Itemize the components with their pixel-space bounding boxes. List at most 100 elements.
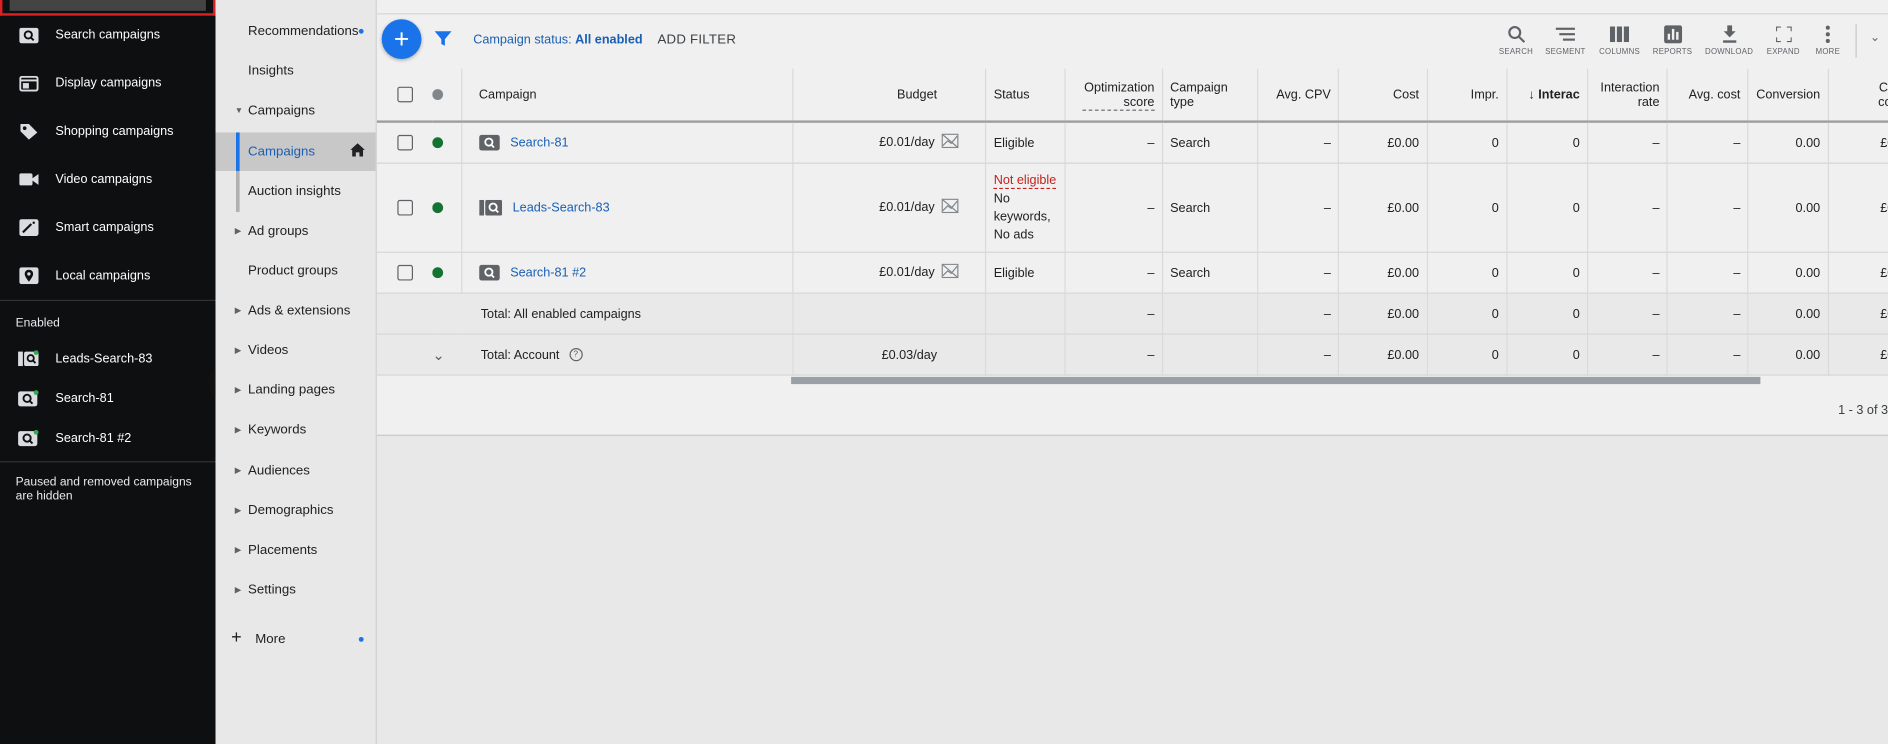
avg-cpv-cell: –	[1257, 121, 1340, 164]
tree-item-search-81-2[interactable]: Search-81 #2	[0, 420, 216, 456]
nav-item-label: Demographics	[248, 503, 334, 518]
select-all-checkbox[interactable]	[397, 86, 414, 103]
columns-icon	[1593, 22, 1646, 46]
campaign-name-link[interactable]: Leads-Search-83	[513, 200, 610, 214]
header-line: rate	[1637, 94, 1660, 109]
columns-tool-button[interactable]: COLUMNS	[1593, 22, 1646, 57]
opt-score-cell: –	[1065, 121, 1163, 164]
caret-down-icon: ▼	[234, 106, 244, 115]
tree-item-video-campaigns[interactable]: Video campaigns	[0, 161, 216, 197]
col-header-status[interactable]: Status	[985, 68, 1067, 123]
download-icon	[1703, 22, 1756, 46]
enabled-status-dot[interactable]	[432, 267, 444, 279]
help-icon[interactable]: ?	[569, 348, 583, 362]
table-row[interactable]: Leads-Search-83 £0.01/day Not eligible No…	[376, 163, 1888, 253]
col-header-interactions[interactable]: ↓ Interac	[1506, 68, 1589, 123]
nav-item-ads-extensions[interactable]: ▶ Ads & extensions	[216, 291, 376, 330]
nav-item-campaigns-group[interactable]: ▼ Campaigns	[216, 92, 376, 131]
tree-item-local-campaigns[interactable]: Local campaigns	[0, 258, 216, 294]
not-eligible-status[interactable]: Not eligible	[993, 172, 1056, 189]
nav-item-videos[interactable]: ▶ Videos	[216, 331, 376, 370]
tree-item-smart-campaigns[interactable]: Smart campaigns	[0, 210, 216, 246]
campaign-name-link[interactable]: Search-81	[510, 135, 568, 149]
col-header-optimization-score[interactable]: Optimization score	[1065, 68, 1163, 123]
nav-item-insights[interactable]: Insights	[216, 52, 376, 91]
tree-item-search-81[interactable]: Search-81	[0, 380, 216, 416]
campaign-type-cell: Search	[1162, 252, 1259, 294]
enabled-status-dot[interactable]	[432, 202, 444, 214]
col-header-cost[interactable]: Cost	[1338, 68, 1428, 123]
hidden-campaigns-note: Paused and removed campaigns are hidden	[15, 475, 192, 503]
budget-chart-icon[interactable]	[941, 198, 959, 217]
row-checkbox[interactable]	[397, 264, 414, 281]
avg-cpv-cell: –	[1257, 163, 1340, 253]
header-text: Interac	[1538, 87, 1580, 102]
total-budget-cell: £0.03/day	[792, 334, 987, 376]
nav-item-landing-pages[interactable]: ▶ Landing pages	[216, 371, 376, 410]
search-tool-button[interactable]: SEARCH	[1489, 22, 1542, 57]
col-header-cost-per-conv[interactable]: Costconv	[1827, 68, 1888, 123]
col-header-impressions[interactable]: Impr.	[1426, 68, 1508, 123]
home-icon[interactable]	[350, 143, 365, 160]
status-cell: Not eligible No keywords, No ads	[985, 163, 1067, 253]
col-header-conversions[interactable]: Conversion	[1748, 68, 1829, 123]
nav-item-recommendations[interactable]: Recommendations	[216, 12, 376, 51]
nav-item-ad-groups[interactable]: ▶ Ad groups	[216, 212, 376, 251]
download-tool-button[interactable]: DOWNLOAD	[1703, 22, 1756, 57]
tree-item-shopping-campaigns[interactable]: Shopping campaigns	[0, 113, 216, 149]
cost-cell: £0.00	[1338, 252, 1428, 294]
col-header-avg-cost[interactable]: Avg. cost	[1667, 68, 1749, 123]
nav-item-audiences[interactable]: ▶ Audiences	[216, 452, 376, 491]
table-row[interactable]: Search-81 £0.01/day Eligible – Search – …	[376, 121, 1888, 164]
budget-chart-icon[interactable]	[941, 263, 959, 282]
add-campaign-button[interactable]: +	[381, 19, 422, 60]
filter-icon[interactable]	[434, 30, 452, 53]
tree-item-leads-search-83[interactable]: Leads-Search-83	[0, 341, 216, 377]
row-checkbox[interactable]	[397, 199, 414, 216]
table-row[interactable]: Search-81 #2 £0.01/day Eligible – Search…	[376, 252, 1888, 294]
col-header-avg-cpv[interactable]: Avg. CPV	[1257, 68, 1340, 123]
magic-wand-icon	[18, 217, 38, 237]
nav-item-keywords[interactable]: ▶ Keywords	[216, 411, 376, 450]
tree-item-display-campaigns[interactable]: Display campaigns	[0, 65, 216, 101]
conversions-cell: 0.00	[1748, 121, 1829, 164]
selected-all-campaigns-item[interactable]	[0, 0, 216, 16]
campaigns-main-panel: + Campaign status: All enabled ADD FILTE…	[376, 0, 1888, 436]
col-header-interaction-rate[interactable]: Interaction rate	[1587, 68, 1668, 123]
interaction-rate-cell: –	[1587, 252, 1668, 294]
nav-item-demographics[interactable]: ▶ Demographics	[216, 491, 376, 530]
nav-item-settings[interactable]: ▶ Settings	[216, 571, 376, 610]
campaign-name-link[interactable]: Search-81 #2	[510, 266, 586, 280]
chevron-down-icon[interactable]: ⌄	[1870, 31, 1880, 44]
segment-tool-button[interactable]: SEGMENT	[1539, 22, 1592, 57]
nav-item-label: More	[255, 632, 286, 647]
opt-score-cell: –	[1065, 334, 1163, 376]
header-line: score	[1073, 94, 1155, 111]
caret-right-icon: ▶	[234, 307, 242, 316]
more-tool-button[interactable]: MORE	[1801, 22, 1854, 57]
reports-tool-button[interactable]: REPORTS	[1646, 22, 1699, 57]
horizontal-scrollbar[interactable]	[791, 376, 1761, 385]
col-header-campaign-type[interactable]: Campaign type	[1162, 68, 1259, 123]
row-status-cell	[432, 121, 463, 164]
nav-item-product-groups[interactable]: Product groups	[216, 252, 376, 291]
expand-total-toggle[interactable]: ⌄	[432, 334, 462, 376]
tree-item-search-campaigns[interactable]: Search campaigns	[0, 17, 216, 53]
nav-item-auction-insights[interactable]: Auction insights	[216, 172, 376, 211]
budget-chart-icon[interactable]	[941, 133, 959, 152]
row-checkbox[interactable]	[397, 134, 414, 151]
avg-cpv-cell: –	[1257, 293, 1340, 335]
add-filter-button[interactable]: ADD FILTER	[657, 33, 736, 47]
nav-item-placements[interactable]: ▶ Placements	[216, 531, 376, 570]
caret-right-icon: ▶	[234, 426, 242, 435]
col-header-budget[interactable]: Budget	[792, 68, 987, 123]
header-line: Optimization	[1084, 80, 1155, 95]
enabled-status-dot[interactable]	[432, 137, 444, 149]
campaign-status-filter-chip[interactable]: Campaign status: All enabled	[473, 33, 642, 47]
nav-item-campaigns[interactable]: Campaigns	[215, 132, 376, 171]
pagination-summary: 1 - 3 of 3	[1838, 403, 1888, 418]
nav-item-more[interactable]: + More	[216, 620, 376, 659]
col-header-campaign[interactable]: Campaign	[461, 68, 794, 123]
interaction-rate-cell: –	[1587, 293, 1668, 335]
header-line: Cost	[1878, 80, 1888, 95]
